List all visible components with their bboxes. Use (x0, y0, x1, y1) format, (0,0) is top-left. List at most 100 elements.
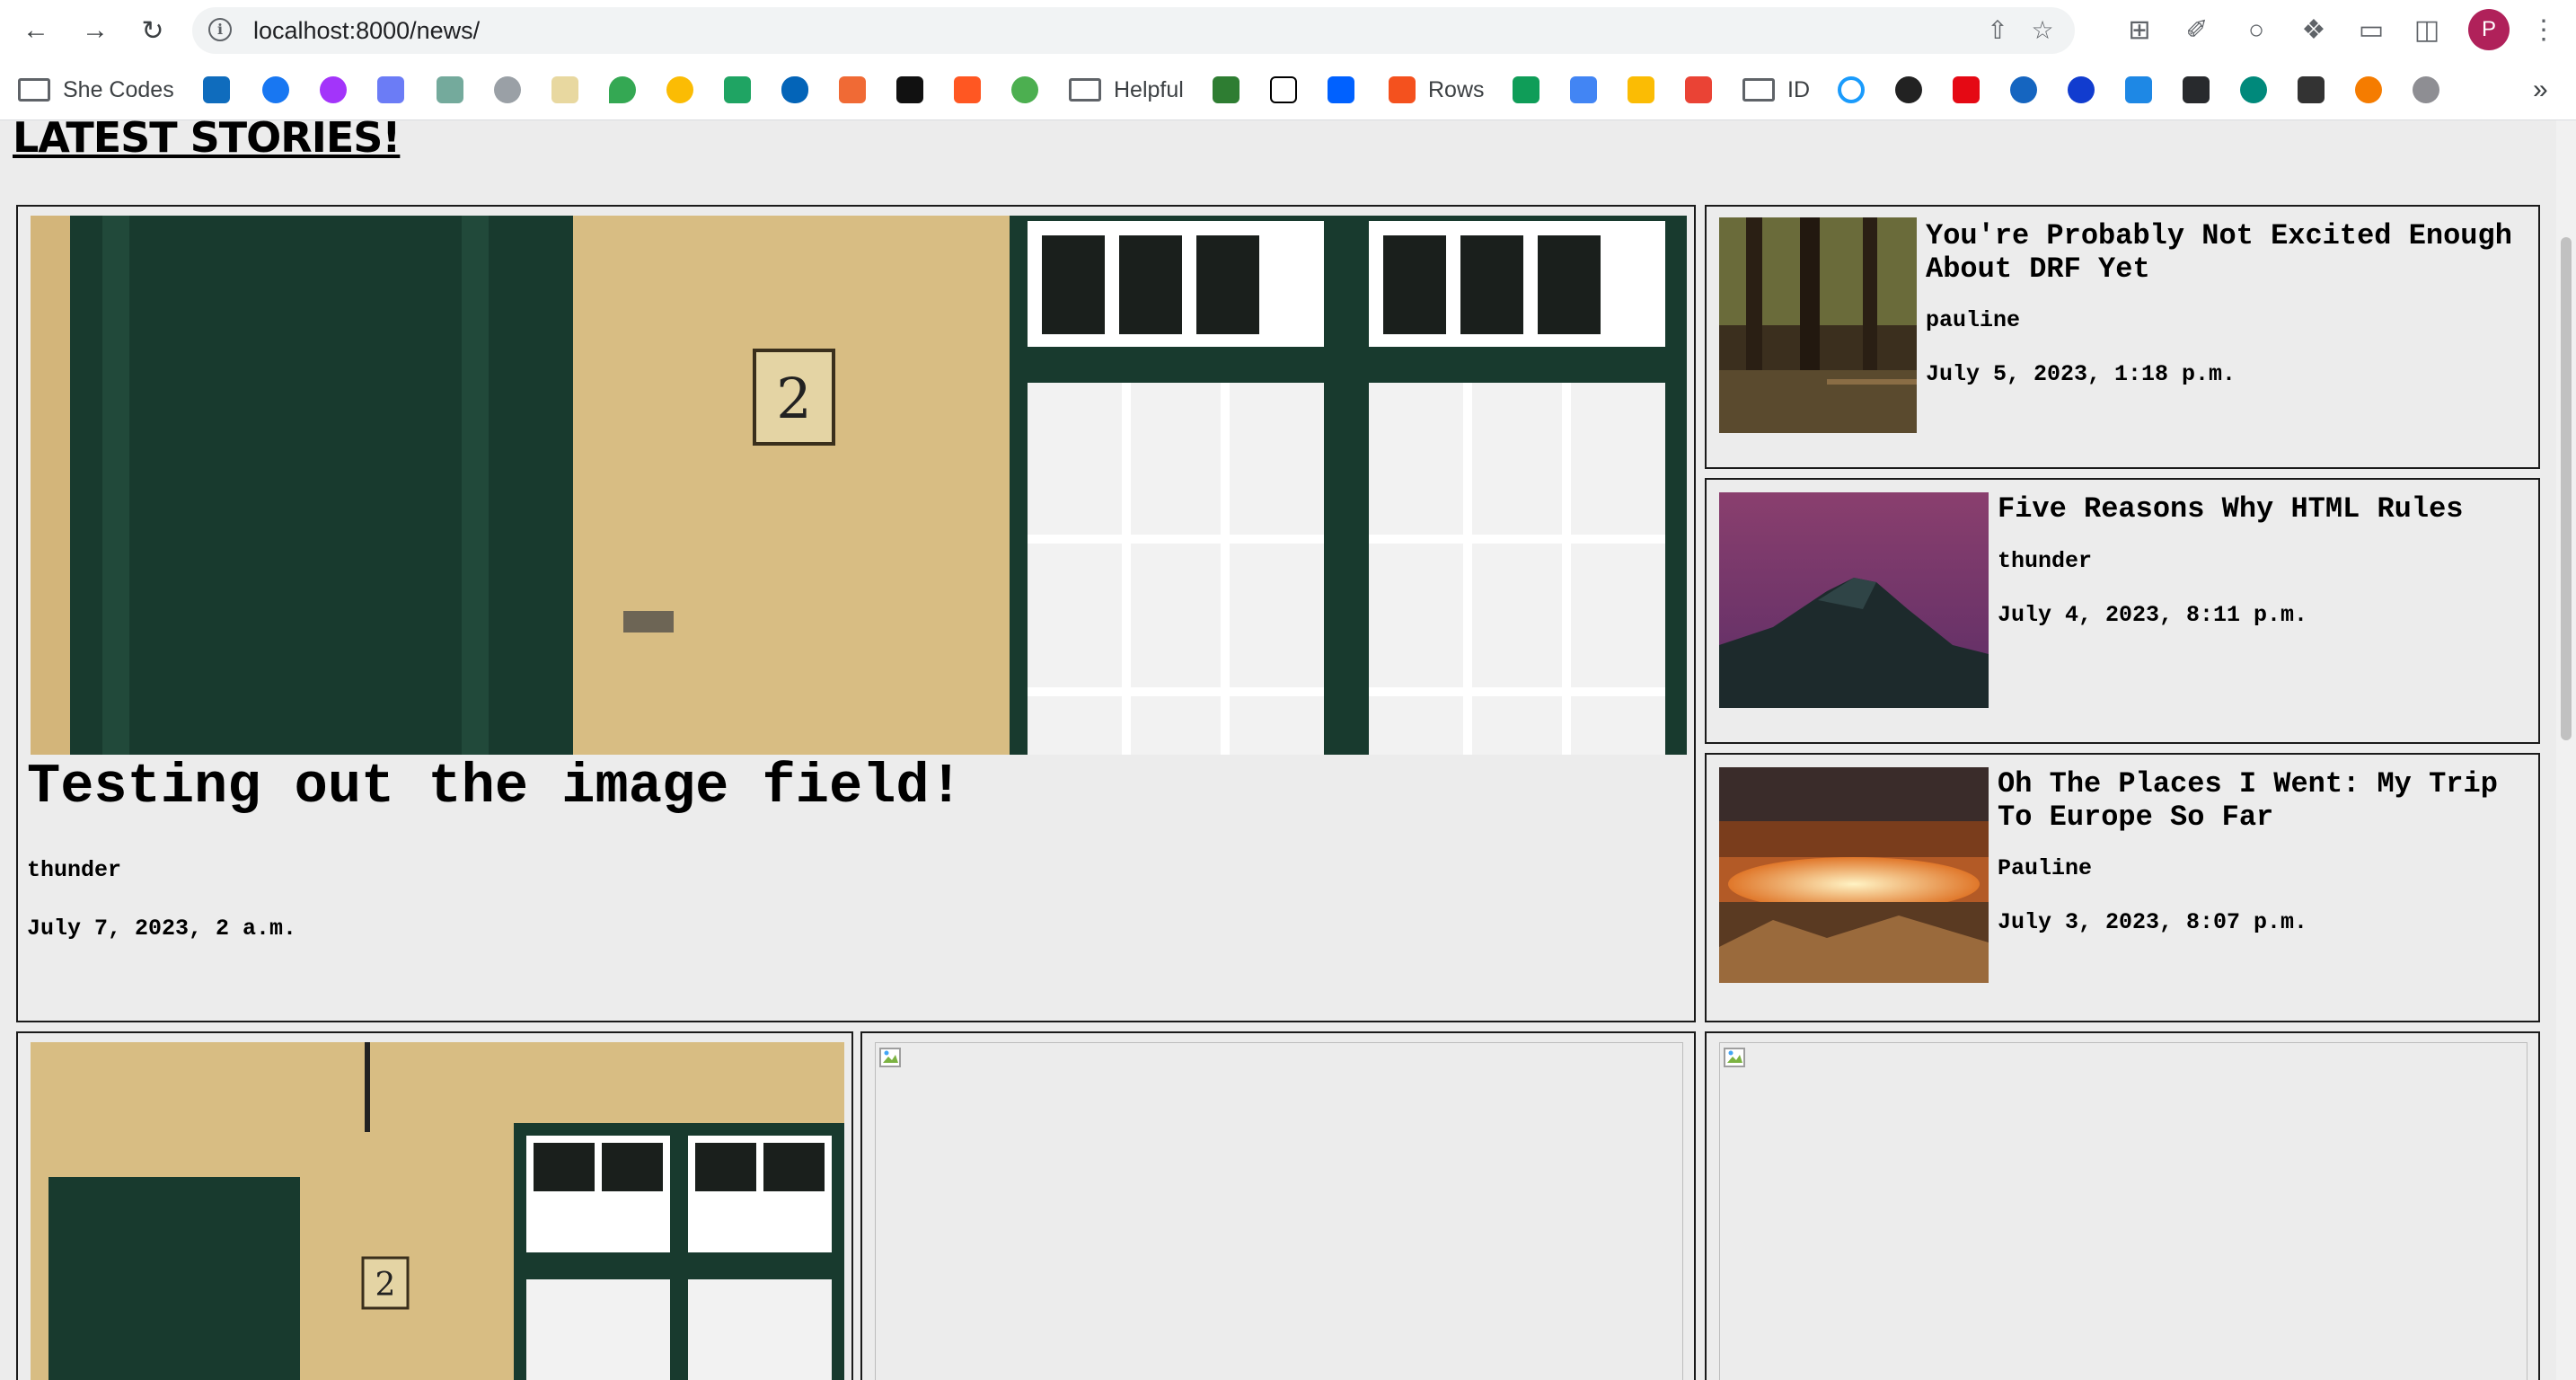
chain-icon (1213, 76, 1239, 103)
story-card[interactable]: You're Probably Not Excited Enough About… (1705, 205, 2540, 469)
bookmark-a[interactable] (1895, 72, 1922, 108)
bookmark-circle[interactable] (1838, 72, 1865, 108)
reload-icon[interactable]: ↻ (135, 13, 171, 49)
sparkle-icon (377, 76, 404, 103)
site-info-icon[interactable]: i (208, 18, 232, 41)
story-title[interactable]: Oh The Places I Went: My Trip To Europe … (1998, 767, 2527, 834)
dropbox-icon (1328, 76, 1354, 103)
story-card[interactable]: Oh The Places I Went: My Trip To Europe … (1705, 753, 2540, 1022)
bookmark-she-codes[interactable]: She Codes (18, 72, 174, 108)
menu-kebab-icon[interactable]: ⋮ (2527, 14, 2560, 47)
story-card[interactable]: 2 (16, 1031, 853, 1380)
bookmark-chatgpt[interactable] (437, 72, 463, 108)
story-thumbnail-forest[interactable] (1719, 217, 1917, 433)
featured-story-card[interactable]: 2 Testing out the image field! thunder J… (16, 205, 1696, 1022)
story-image-door[interactable]: 2 (31, 1042, 844, 1380)
story-title[interactable]: Five Reasons Why HTML Rules (1998, 492, 2527, 526)
bookmark-photos[interactable] (666, 72, 693, 108)
bookmark-disney[interactable] (2068, 72, 2095, 108)
slash-icon (2298, 76, 2325, 103)
bookmark-maps[interactable] (609, 72, 636, 108)
story-date: July 5, 2023, 1:18 p.m. (1926, 361, 2236, 387)
broken-image[interactable] (875, 1042, 1683, 1380)
bookmark-rows[interactable]: Rows (1389, 72, 1485, 108)
browser-chrome: ← → ↻ i localhost:8000/news/ ⇧ ☆ ⊞ ✐ ○ ❖… (0, 0, 2576, 120)
bookmark-sheets[interactable] (1513, 72, 1539, 108)
bookmark-gmail[interactable] (1685, 72, 1712, 108)
color-picker-icon[interactable]: ✐ (2181, 14, 2213, 47)
browser-toolbar: ← → ↻ i localhost:8000/news/ ⇧ ☆ ⊞ ✐ ○ ❖… (0, 0, 2576, 61)
bookmark-drive[interactable] (724, 72, 751, 108)
bookmark-orange-circle[interactable] (2355, 72, 2382, 108)
story-thumbnail-mountain[interactable] (1719, 492, 1989, 708)
forward-icon[interactable]: → (77, 13, 113, 49)
bookmark-messenger[interactable] (320, 72, 347, 108)
bookmark-facebook[interactable] (262, 72, 289, 108)
bookmark-dropbox[interactable] (1328, 72, 1354, 108)
bookmark-label: Rows (1428, 76, 1485, 102)
orange-circle-icon (2355, 76, 2382, 103)
bookmark-netflix[interactable] (1953, 72, 1980, 108)
cast-icon[interactable]: ▭ (2355, 14, 2387, 47)
story-author: Pauline (1998, 855, 2093, 881)
bookmark-triangle[interactable] (1628, 72, 1654, 108)
bookmark-c[interactable] (2240, 72, 2267, 108)
story-card[interactable] (860, 1031, 1696, 1380)
u-letter-icon (896, 76, 923, 103)
story-card[interactable]: Five Reasons Why HTML Rules thunder July… (1705, 478, 2540, 744)
bookmarks-bar: She Codes Helpful Rows ID » (0, 65, 2576, 115)
page-title: LATEST STORIES! (13, 120, 401, 162)
profile-avatar[interactable]: P (2468, 9, 2510, 50)
c-circle-icon (2240, 76, 2267, 103)
pinwheel-icon (666, 76, 693, 103)
url-text[interactable]: localhost:8000/news/ (253, 17, 480, 45)
scrollbar-thumb[interactable] (2561, 237, 2572, 740)
bookmark-label: Helpful (1114, 76, 1184, 102)
bookmark-notion[interactable] (1270, 72, 1297, 108)
scrollbar-track[interactable] (2556, 120, 2576, 1380)
bookmark-helpful[interactable]: Helpful (1069, 72, 1184, 108)
bookmark-id[interactable]: ID (1742, 72, 1810, 108)
share-icon[interactable]: ⇧ (1983, 16, 2012, 45)
address-bar[interactable]: i localhost:8000/news/ ⇧ ☆ (192, 7, 2075, 54)
bookmark-arrow[interactable] (954, 72, 981, 108)
more-bookmarks-button[interactable]: » (2533, 72, 2548, 108)
outlook-icon (203, 76, 230, 103)
g-letter-icon (551, 76, 578, 103)
bug-icon[interactable]: ○ (2240, 14, 2272, 47)
bookmark-u[interactable] (896, 72, 923, 108)
side-panel-icon[interactable]: ◫ (2411, 14, 2443, 47)
back-icon[interactable]: ← (18, 13, 54, 49)
extensions-puzzle-icon[interactable]: ❖ (2298, 14, 2330, 47)
bookmark-outlook[interactable] (203, 72, 230, 108)
featured-story-title[interactable]: Testing out the image field! (27, 755, 963, 818)
bookmark-play[interactable] (2010, 72, 2037, 108)
folder-icon (1069, 78, 1101, 102)
story-card[interactable] (1705, 1031, 2540, 1380)
disney-icon (2068, 76, 2095, 103)
broken-image[interactable] (1719, 1042, 2527, 1380)
story-thumbnail-arch[interactable] (1719, 767, 1989, 983)
bookmark-apple[interactable] (2413, 72, 2439, 108)
bookmark-s[interactable] (2125, 72, 2152, 108)
bookmark-label: She Codes (63, 76, 174, 102)
story-title[interactable]: You're Probably Not Excited Enough About… (1926, 219, 2527, 286)
bookmark-plex[interactable] (2183, 72, 2210, 108)
drive-icon (724, 76, 751, 103)
bookmark-leaf[interactable] (1011, 72, 1038, 108)
bookmark-gemini[interactable] (377, 72, 404, 108)
extension-grid-icon[interactable]: ⊞ (2123, 14, 2156, 47)
bookmark-disc[interactable] (494, 72, 521, 108)
leaf-icon (1011, 76, 1038, 103)
bookmark-chain[interactable] (1213, 72, 1239, 108)
bookmark-onedrive[interactable] (781, 72, 808, 108)
bookmark-slash[interactable] (2298, 72, 2325, 108)
bookmark-docs[interactable] (1570, 72, 1597, 108)
bookmark-star-icon[interactable]: ☆ (2028, 16, 2057, 45)
ring-icon (1838, 76, 1865, 103)
plus-sheet-icon (1513, 76, 1539, 103)
featured-story-image[interactable]: 2 (31, 216, 1687, 755)
bookmark-g[interactable] (551, 72, 578, 108)
docs-icon (1570, 76, 1597, 103)
bookmark-orange[interactable] (839, 72, 866, 108)
